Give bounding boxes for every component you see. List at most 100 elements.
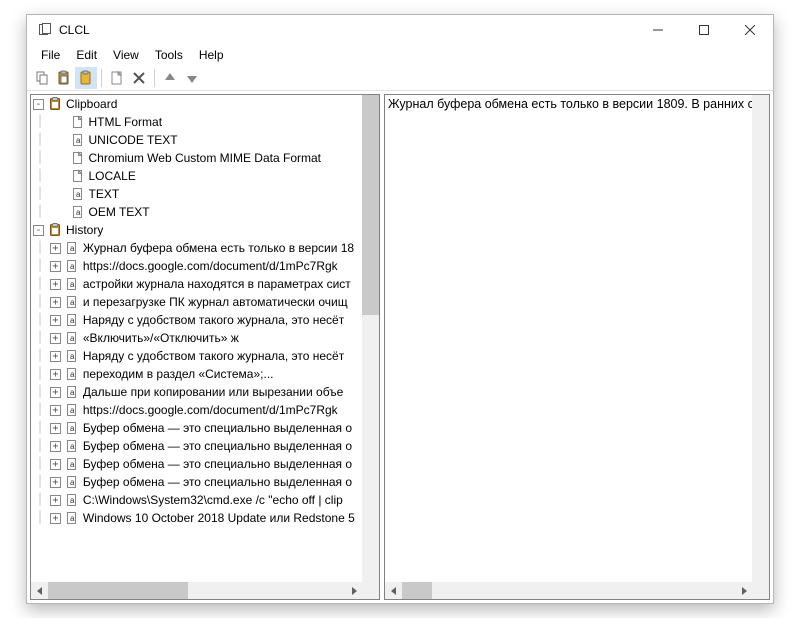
tree-item-label: Clipboard [66,95,117,113]
expand-toggle[interactable]: + [50,333,61,344]
svg-text:a: a [70,262,75,271]
expand-toggle[interactable]: + [50,315,61,326]
move-up-button[interactable] [159,67,181,89]
tree-item[interactable]: │ aTEXT [31,185,362,203]
new-button[interactable] [106,67,128,89]
expand-toggle[interactable]: + [50,513,61,524]
tree-item[interactable]: │ Chromium Web Custom MIME Data Format [31,149,362,167]
scrollbar-thumb[interactable] [402,582,432,599]
tree-item[interactable]: │ +ahttps://docs.google.com/document/d/1… [31,257,362,275]
tree-item[interactable]: │ +ahttps://docs.google.com/document/d/1… [31,401,362,419]
expand-toggle[interactable]: + [50,477,61,488]
scroll-left-button[interactable] [31,582,48,599]
expand-toggle[interactable]: + [50,387,61,398]
expand-toggle[interactable]: + [50,261,61,272]
tree-vertical-scrollbar[interactable] [362,95,379,582]
tree-item[interactable]: │ +aБуфер обмена — это специально выделе… [31,455,362,473]
expand-toggle[interactable]: + [50,423,61,434]
tree-item[interactable]: - Clipboard [31,95,362,113]
tree-item[interactable]: │ +aWindows 10 October 2018 Update или R… [31,509,362,527]
close-button[interactable] [727,15,773,45]
expand-toggle[interactable]: - [33,225,44,236]
scrollbar-thumb[interactable] [48,582,188,599]
scrollbar-thumb[interactable] [362,95,379,315]
tree-item[interactable]: │ aOEM TEXT [31,203,362,221]
tree-item-label: OEM TEXT [89,203,150,221]
tree-item[interactable]: │ +aастройки журнала находятся в парамет… [31,275,362,293]
expand-toggle[interactable]: + [50,405,61,416]
title-bar[interactable]: CLCL [27,15,773,45]
svg-text:a: a [70,496,75,505]
tree-item-label: и перезагрузке ПК журнал автоматически о… [83,293,348,311]
text-file-icon: a [64,366,80,382]
tree-item-label: астройки журнала находятся в параметрах … [83,275,351,293]
tree-item[interactable]: │ +aНаряду с удобством такого журнала, э… [31,311,362,329]
menu-view[interactable]: View [105,47,147,63]
tree-item[interactable]: │ +aи перезагрузке ПК журнал автоматичес… [31,293,362,311]
expand-toggle[interactable]: + [50,351,61,362]
svg-text:a: a [70,424,75,433]
tree-item-label: «Включить»/«Отключить» ж [83,329,239,347]
menu-help[interactable]: Help [191,47,232,63]
svg-text:a: a [70,478,75,487]
tree-item[interactable]: │ +aБуфер обмена — это специально выделе… [31,473,362,491]
clipboard-icon [47,222,63,238]
move-down-button[interactable] [181,67,203,89]
scroll-left-button[interactable] [385,582,402,599]
toolbar-separator [101,69,102,87]
copy-button[interactable] [31,67,53,89]
tree-item-label: C:\Windows\System32\cmd.exe /c "echo off… [83,491,343,509]
tree-item[interactable]: │ +aНаряду с удобством такого журнала, э… [31,347,362,365]
tree-item[interactable]: │ aUNICODE TEXT [31,131,362,149]
expand-toggle[interactable]: + [50,369,61,380]
tree-item-label: Chromium Web Custom MIME Data Format [89,149,322,167]
text-file-icon: a [64,330,80,346]
tree-item[interactable]: │ +a«Включить»/«Отключить» ж [31,329,362,347]
scrollbar-corner [362,582,379,599]
app-icon [37,22,53,38]
clipboard-viewer-button[interactable] [75,67,97,89]
delete-button[interactable] [128,67,150,89]
scroll-right-button[interactable] [345,582,362,599]
svg-text:a: a [70,442,75,451]
tree-item[interactable]: │ +aБуфер обмена — это специально выделе… [31,419,362,437]
clipboard-icon [47,96,63,112]
menu-file[interactable]: File [33,47,68,63]
tree-item-label: Наряду с удобством такого журнала, это н… [83,347,344,365]
tree-item[interactable]: -History [31,221,362,239]
text-file-icon: a [64,312,80,328]
tree-item[interactable]: │ HTML Format [31,113,362,131]
text-file-icon: a [64,492,80,508]
clipboard-tree[interactable]: - Clipboard │ HTML Format │ aUNICODE TEXT… [31,95,362,582]
svg-text:a: a [70,244,75,253]
expand-toggle[interactable]: + [50,495,61,506]
expand-toggle[interactable]: + [50,441,61,452]
expand-toggle[interactable]: + [50,243,61,254]
menu-edit[interactable]: Edit [68,47,105,63]
tree-item[interactable]: │ +aДальше при копировании или вырезании… [31,383,362,401]
svg-text:a: a [70,280,75,289]
maximize-button[interactable] [681,15,727,45]
svg-text:a: a [70,388,75,397]
svg-text:a: a [70,406,75,415]
tree-item[interactable]: │ LOCALE [31,167,362,185]
tree-item-label: UNICODE TEXT [89,131,178,149]
menu-tools[interactable]: Tools [147,47,191,63]
tree-item[interactable]: │ +aЖурнал буфера обмена есть только в в… [31,239,362,257]
svg-text:a: a [76,190,81,199]
expand-toggle[interactable]: + [50,279,61,290]
expand-toggle[interactable]: + [50,459,61,470]
tree-item[interactable]: │ +aC:\Windows\System32\cmd.exe /c "echo… [31,491,362,509]
text-file-icon: a [70,204,86,220]
paste-button[interactable] [53,67,75,89]
scroll-right-button[interactable] [735,582,752,599]
preview-text[interactable]: Журнал буфера обмена есть только в верси… [385,95,769,599]
expand-toggle[interactable]: - [33,99,44,110]
expand-toggle[interactable]: + [50,297,61,308]
minimize-button[interactable] [635,15,681,45]
tree-item[interactable]: │ +aБуфер обмена — это специально выделе… [31,437,362,455]
preview-vertical-scrollbar[interactable] [752,95,769,582]
tree-horizontal-scrollbar[interactable] [31,582,362,599]
preview-horizontal-scrollbar[interactable] [385,582,752,599]
tree-item[interactable]: │ +aпереходим в раздел «Система»;... [31,365,362,383]
